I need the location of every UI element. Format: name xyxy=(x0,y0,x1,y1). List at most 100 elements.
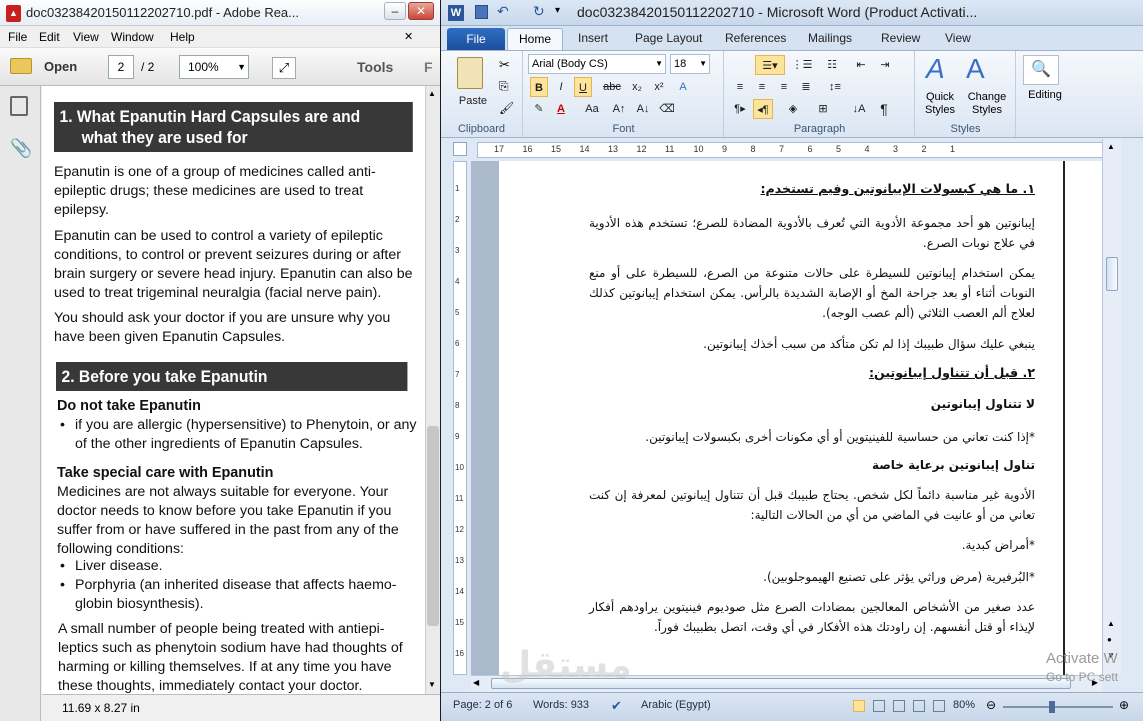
clear-format-icon[interactable]: ⌫ xyxy=(658,99,676,119)
vertical-ruler-tick-label: 16 xyxy=(455,649,464,658)
tab-review[interactable]: Review xyxy=(881,31,920,45)
reader-vertical-scrollbar[interactable]: ▲ ▼ xyxy=(425,86,440,694)
change-case-icon[interactable]: Aa xyxy=(580,99,604,119)
proofing-icon[interactable]: ✔ xyxy=(611,698,622,714)
menu-window[interactable]: Window xyxy=(111,30,154,44)
editing-button[interactable]: Editing xyxy=(1017,89,1073,101)
line-spacing-icon[interactable]: ↕≡ xyxy=(823,77,847,97)
tab-insert[interactable]: Insert xyxy=(578,31,608,45)
decrease-indent-icon[interactable]: ⇤ xyxy=(851,55,871,75)
prev-page-icon[interactable]: ▲ xyxy=(1107,619,1115,628)
zoom-out-icon[interactable]: ⊖ xyxy=(986,698,996,712)
shrink-font-icon[interactable]: A↓ xyxy=(634,99,652,119)
copy-icon[interactable]: ⎘ xyxy=(499,79,509,94)
scroll-down-icon[interactable]: ▼ xyxy=(428,680,436,689)
font-color-icon[interactable]: A xyxy=(552,99,570,119)
pages-icon[interactable] xyxy=(10,96,28,116)
web-layout-icon[interactable] xyxy=(893,700,905,712)
font-size-combo[interactable]: 18 ▼ xyxy=(670,54,710,74)
strikethrough-button[interactable]: abc xyxy=(600,77,624,97)
menu-file[interactable]: File xyxy=(8,30,27,44)
multilevel-list-icon[interactable]: ☷ xyxy=(819,55,845,75)
show-marks-icon[interactable]: ¶ xyxy=(875,99,893,119)
bold-button[interactable]: B xyxy=(530,77,548,97)
numbering-icon[interactable]: ⋮☰ xyxy=(789,55,815,75)
panel-toggle[interactable]: F xyxy=(424,59,433,75)
undo-icon[interactable]: ↶ xyxy=(497,3,509,20)
attachment-icon[interactable]: 📎 xyxy=(10,138,32,159)
zoom-slider-thumb[interactable] xyxy=(1049,701,1055,713)
page-number-input[interactable]: 2 xyxy=(108,55,134,79)
align-left-icon[interactable]: ≡ xyxy=(731,77,749,97)
change-styles-button[interactable]: Change Styles xyxy=(962,91,1012,117)
underline-button[interactable]: U xyxy=(574,77,592,97)
rtl-icon[interactable]: ◂¶ xyxy=(753,99,773,119)
fit-page-icon[interactable]: ⤢ xyxy=(272,57,296,79)
language-indicator[interactable]: Arabic (Egypt) xyxy=(641,699,711,711)
menu-help[interactable]: Help xyxy=(170,30,195,44)
tab-selector[interactable] xyxy=(453,142,467,156)
zoom-select[interactable]: 100% ▼ xyxy=(179,55,249,79)
font-name-combo[interactable]: Arial (Body CS) ▼ xyxy=(528,54,666,74)
zoom-in-icon[interactable]: ⊕ xyxy=(1119,698,1129,712)
reader-scroll-thumb[interactable] xyxy=(427,426,439,626)
paste-button[interactable]: Paste xyxy=(453,91,493,111)
tab-mailings[interactable]: Mailings xyxy=(808,31,852,45)
print-layout-icon[interactable] xyxy=(853,700,865,712)
save-icon[interactable] xyxy=(475,5,488,19)
format-painter-icon[interactable]: 🖌 xyxy=(499,101,514,115)
grow-font-icon[interactable]: A↑ xyxy=(610,99,628,119)
word-scroll-thumb[interactable] xyxy=(1106,257,1118,291)
scroll-up-icon[interactable]: ▲ xyxy=(428,89,436,98)
highlight-icon[interactable]: ✎ xyxy=(530,99,548,119)
subscript-button[interactable]: x₂ xyxy=(628,77,646,97)
tab-home[interactable]: Home xyxy=(507,28,563,50)
align-right-icon[interactable]: ≡ xyxy=(775,77,793,97)
tab-view[interactable]: View xyxy=(945,31,971,45)
close-doc-icon[interactable]: ✕ xyxy=(404,30,413,43)
shading-icon[interactable]: ◈ xyxy=(781,99,805,119)
word-vertical-scrollbar[interactable]: ▲ ▲ ● ▼ xyxy=(1102,139,1121,675)
tools-button[interactable]: Tools xyxy=(357,59,393,75)
quick-access-menu-icon[interactable]: ▾ xyxy=(555,5,560,16)
menu-edit[interactable]: Edit xyxy=(39,30,60,44)
justify-icon[interactable]: ≣ xyxy=(797,77,815,97)
align-center-icon[interactable]: ≡ xyxy=(753,77,771,97)
open-button[interactable]: Open xyxy=(44,59,77,74)
text-effects-icon[interactable]: A xyxy=(674,77,692,97)
redo-icon[interactable]: ↻ xyxy=(533,3,545,20)
zoom-slider[interactable] xyxy=(1003,706,1113,708)
borders-icon[interactable]: ⊞ xyxy=(811,99,835,119)
word-app-icon[interactable]: W xyxy=(448,5,464,21)
full-screen-icon[interactable] xyxy=(873,700,885,712)
change-styles-icon[interactable]: A xyxy=(966,53,985,85)
vertical-ruler-tick-label: 11 xyxy=(455,494,464,503)
increase-indent-icon[interactable]: ⇥ xyxy=(875,55,895,75)
superscript-button[interactable]: x² xyxy=(650,77,668,97)
quick-styles-icon[interactable]: A xyxy=(926,53,945,85)
cut-icon[interactable]: ✂ xyxy=(499,57,510,73)
page-count[interactable]: Page: 2 of 6 xyxy=(453,699,512,711)
outline-icon[interactable] xyxy=(913,700,925,712)
tab-page-layout[interactable]: Page Layout xyxy=(635,31,702,45)
close-button[interactable]: ✕ xyxy=(408,2,434,20)
browse-object-icon[interactable]: ● xyxy=(1107,635,1112,644)
zoom-level[interactable]: 80% xyxy=(953,699,975,711)
tab-file[interactable]: File xyxy=(447,28,505,50)
pdf-heading-1-line2: what they are used for xyxy=(81,128,248,147)
scroll-left-icon[interactable]: ◀ xyxy=(473,678,479,687)
menu-view[interactable]: View xyxy=(73,30,99,44)
scroll-up-icon[interactable]: ▲ xyxy=(1107,142,1115,151)
binoculars-icon[interactable]: 🔍 xyxy=(1023,55,1059,85)
italic-button[interactable]: I xyxy=(552,77,570,97)
word-count[interactable]: Words: 933 xyxy=(533,699,589,711)
draft-icon[interactable] xyxy=(933,700,945,712)
tab-references[interactable]: References xyxy=(725,31,786,45)
minimize-button[interactable]: – xyxy=(384,2,406,20)
sort-icon[interactable]: ↓A xyxy=(849,99,869,119)
document-page[interactable]: ١. ما هي كبسولات الإيبانوتين وفيم تستخدم… xyxy=(499,161,1102,675)
ltr-icon[interactable]: ¶▸ xyxy=(731,99,749,119)
quick-styles-button[interactable]: Quick Styles xyxy=(920,91,960,117)
paste-icon[interactable] xyxy=(457,57,483,89)
bullets-icon[interactable]: ☰▾ xyxy=(755,55,785,75)
